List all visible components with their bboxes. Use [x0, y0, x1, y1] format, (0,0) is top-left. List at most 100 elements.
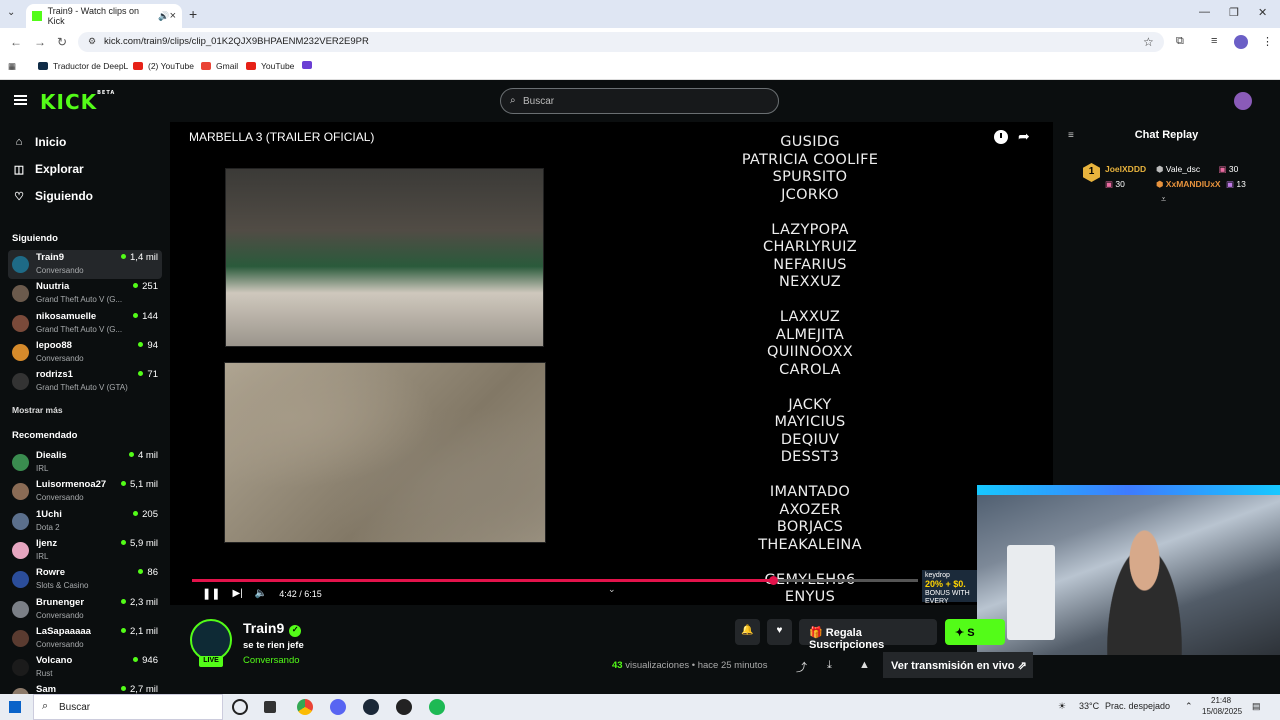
volume-icon[interactable]: 🔈 — [255, 588, 267, 599]
browser-tab-active[interactable]: Train9 - Watch clips on Kick 🔊 × — [26, 4, 182, 28]
menu-dots-icon[interactable]: ⋮ — [1262, 35, 1273, 48]
sidebar-item-explorar[interactable]: ◫ Explorar — [12, 162, 84, 176]
url-input[interactable]: ⚙ kick.com/train9/clips/clip_01K2QJX9BHP… — [78, 32, 1164, 52]
share-icon[interactable]: ➦ — [1018, 128, 1030, 145]
sidebar-channel-rowre[interactable]: Rowre Slots & Casino 86 — [8, 565, 162, 594]
credit-name: LAXXUZ — [779, 309, 841, 325]
channel-category: Grand Theft Auto V (G... — [36, 295, 123, 305]
video-player[interactable]: MARBELLA 3 (TRAILER OFICIAL) GUSIDG PATRI… — [170, 122, 1053, 605]
bookmark-deepl[interactable]: Traductor de DeepL — [38, 61, 128, 71]
close-window-icon[interactable]: ✕ — [1258, 6, 1267, 19]
sidebar-channel-lasapaaaaa[interactable]: LaSapaaaaa Conversando 2,1 mil — [8, 624, 162, 653]
gift-subs-button[interactable]: 🎁 Regala Suscripciones — [799, 619, 937, 651]
notifications-button[interactable]: 🔔 — [735, 619, 760, 645]
url-text: kick.com/train9/clips/clip_01K2QJX9BHPAE… — [104, 36, 369, 47]
close-tab-icon[interactable]: × — [170, 10, 176, 22]
gift-icon: 🎁 — [809, 627, 823, 639]
bookmark-extra[interactable] — [302, 61, 317, 69]
forward-icon[interactable]: → — [34, 35, 46, 49]
channel-name[interactable]: Train9 ✓ — [243, 620, 302, 637]
minimize-icon[interactable]: — — [1199, 6, 1210, 18]
show-more-link[interactable]: Mostrar más — [12, 405, 63, 415]
viewer-count: 144 — [133, 311, 158, 322]
collapse-chat-icon[interactable]: ≡ — [1068, 130, 1074, 141]
chevron-down-icon[interactable]: ⌄ — [608, 584, 616, 595]
reload-icon[interactable]: ↻ — [57, 35, 67, 49]
spotify-icon[interactable] — [429, 699, 445, 715]
search-icon: ⌕ — [510, 95, 516, 106]
taskbar-search[interactable]: ⌕ Buscar — [33, 694, 223, 720]
sidebar-channel-luisormenoa27[interactable]: Luisormenoa27 Conversando 5,1 mil — [8, 477, 162, 506]
channel-category: Conversando — [36, 266, 84, 275]
profile-avatar[interactable] — [1234, 35, 1248, 49]
hamburger-menu-icon[interactable] — [14, 95, 27, 105]
expand-leaderboard-icon[interactable]: ⩡ — [1161, 194, 1166, 205]
progress-bar[interactable] — [192, 576, 918, 585]
follow-button[interactable]: ♥ — [767, 619, 792, 645]
sidebar-item-siguiendo[interactable]: ♡ Siguiendo — [12, 189, 93, 203]
credits-block: GEMYLEH96ENYUS — [730, 572, 890, 606]
credit-name: NEFARIUS — [773, 256, 847, 273]
pause-icon[interactable]: ❚❚ — [202, 587, 220, 600]
chat-title: Chat Replay — [1134, 129, 1199, 141]
viewer-count: 251 — [133, 281, 158, 292]
player-controls: ❚❚ ▶| 🔈 4:42 / 6:15 — [202, 587, 334, 600]
back-icon[interactable]: ← — [10, 35, 22, 49]
search-input[interactable]: ⌕ Buscar — [500, 88, 779, 114]
report-icon[interactable]: ▲ — [859, 659, 870, 671]
apps-grid-icon[interactable]: ▦ — [8, 61, 16, 72]
sponsor-ad[interactable]: keydrop 20% + $0. BONUS WITH EVERY — [922, 570, 978, 605]
subscribe-button[interactable]: ✦ S — [945, 619, 1005, 645]
bookmark-gmail[interactable]: Gmail — [201, 61, 238, 71]
kick-logo[interactable]: KICKBETA — [40, 90, 115, 114]
viewer-count: 5,9 mil — [121, 538, 158, 549]
sidebar-channel-brunenger[interactable]: Brunenger Conversando 2,3 mil — [8, 595, 162, 624]
viewer-count: 2,3 mil — [121, 597, 158, 608]
progress-knob[interactable] — [768, 576, 778, 585]
watch-live-button[interactable]: Ver transmisión en vivo ⇗ — [883, 652, 1033, 678]
sidebar-channel-diealis[interactable]: Diealis IRL 4 mil — [8, 448, 162, 477]
discord-icon[interactable] — [330, 699, 346, 715]
bookmark-youtube-2[interactable]: (2) YouTube — [133, 61, 194, 71]
sidebar-item-inicio[interactable]: ⌂ Inicio — [12, 135, 67, 149]
sidebar-channel-ijenz[interactable]: Ijenz IRL 5,9 mil — [8, 536, 162, 565]
tray-chevron-icon[interactable]: ⌃ — [1185, 701, 1193, 712]
channel-avatar[interactable]: LIVE — [190, 619, 232, 667]
credit-name: DESST3 — [780, 449, 840, 465]
credit-name: LAZYPOPA — [771, 221, 849, 238]
next-icon[interactable]: ▶| — [232, 588, 242, 599]
sidebar-channel-nikosamuelle[interactable]: nikosamuelle Grand Theft Auto V (G... 144 — [8, 309, 162, 338]
streamer — [1097, 520, 1192, 655]
media-icon[interactable]: ≡ — [1211, 35, 1217, 47]
chrome-icon[interactable] — [297, 699, 313, 715]
clock-icon[interactable] — [994, 130, 1008, 144]
obs-icon[interactable] — [396, 699, 412, 715]
sidebar-channel-nuutria[interactable]: Nuutria Grand Theft Auto V (G... 251 — [8, 279, 162, 308]
bookmark-star-icon[interactable]: ☆ — [1143, 35, 1154, 49]
channel-name: LaSapaaaaa — [36, 625, 91, 637]
notifications-icon[interactable]: ▤ — [1252, 701, 1261, 712]
new-tab-icon[interactable]: + — [189, 6, 197, 22]
restore-icon[interactable]: ❐ — [1229, 6, 1239, 19]
sidebar-channel-volcano[interactable]: Volcano Rust 946 — [8, 653, 162, 682]
download-icon[interactable]: ⤓ — [827, 659, 832, 672]
bookmark-youtube[interactable]: YouTube — [246, 61, 294, 71]
task-view-icon[interactable] — [232, 699, 248, 715]
sidebar-channel-1uchi[interactable]: 1Uchi Dota 2 205 — [8, 507, 162, 536]
speaker-icon[interactable]: 🔊 — [158, 11, 169, 22]
site-info-icon[interactable]: ⚙ — [88, 36, 96, 47]
sidebar-channel-rodrizs1[interactable]: rodrizs1 Grand Theft Auto V (GTA) 71 — [8, 367, 162, 396]
avatar — [12, 571, 29, 589]
widgets-icon[interactable] — [264, 701, 276, 713]
extensions-icon[interactable]: ⧉ — [1176, 35, 1184, 48]
leaderboard-left: JoelXDDD ▣ 30 — [1105, 162, 1146, 192]
windows-start-icon[interactable] — [9, 701, 21, 713]
stream-category[interactable]: Conversando — [243, 655, 300, 666]
viewer-count: 205 — [133, 509, 158, 520]
user-avatar[interactable] — [1234, 92, 1252, 110]
steam-icon[interactable] — [363, 699, 379, 715]
sidebar-channel-train9[interactable]: Train9 Conversando 1,4 mil — [8, 250, 162, 279]
sidebar-channel-lepoo88[interactable]: lepoo88 Conversando 94 — [8, 338, 162, 367]
share-clip-icon[interactable]: ⤴ — [796, 659, 807, 675]
tab-search-icon[interactable]: ⌄ — [7, 7, 15, 18]
